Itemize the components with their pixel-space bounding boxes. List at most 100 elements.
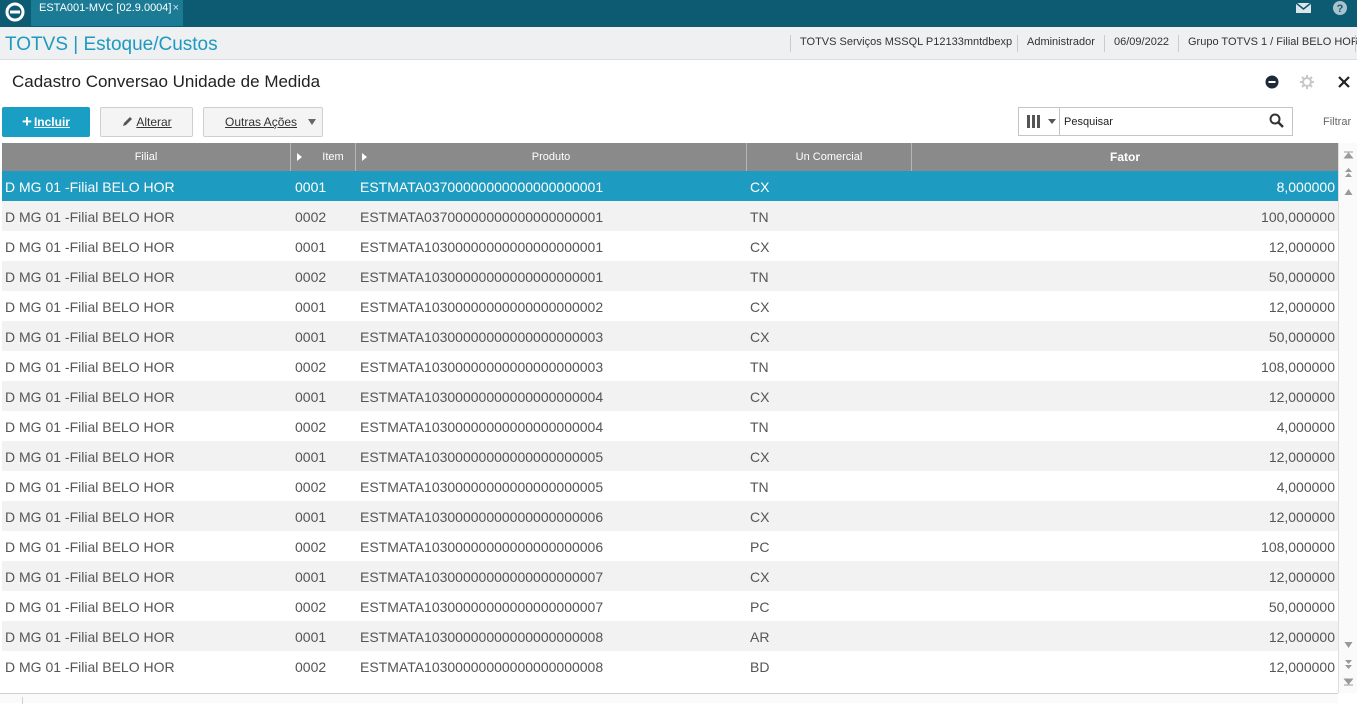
- data-grid: Filial Item Produto Un Comercial Fator D…: [2, 143, 1338, 695]
- close-icon[interactable]: [1336, 74, 1352, 90]
- top-bar: ESTA001-MVC [02.9.0004] × ?: [0, 0, 1357, 27]
- line-up-icon[interactable]: [1342, 186, 1355, 199]
- column-header-item[interactable]: Item: [291, 143, 356, 171]
- cell-item: 0002: [295, 209, 327, 225]
- cell-item: 0001: [295, 329, 327, 345]
- cell-produto: ESTMATA10300000000000000000001: [360, 239, 604, 255]
- cell-item: 0001: [295, 239, 327, 255]
- cell-filial: D MG 01 -Filial BELO HOR: [5, 329, 175, 345]
- help-icon[interactable]: ?: [1331, 0, 1349, 18]
- column-header-label: Fator: [1110, 150, 1140, 164]
- cell-filial: D MG 01 -Filial BELO HOR: [5, 659, 175, 675]
- page-title: Cadastro Conversao Unidade de Medida: [12, 72, 321, 91]
- table-row[interactable]: D MG 01 -Filial BELO HOR 0001 ESTMATA03700…: [2, 171, 1338, 201]
- cell-fator: 108,000000: [1261, 359, 1335, 375]
- caret-right-icon: [297, 153, 302, 161]
- cell-filial: D MG 01 -Filial BELO HOR: [5, 239, 175, 255]
- cell-fator: 12,000000: [1268, 389, 1335, 405]
- table-row[interactable]: D MG 01 -Filial BELO HOR 0001 ESTMATA10300…: [2, 561, 1338, 591]
- cell-filial: D MG 01 -Filial BELO HOR: [5, 539, 175, 555]
- table-row[interactable]: D MG 01 -Filial BELO HOR 0001 ESTMATA10300…: [2, 621, 1338, 651]
- environment-label: TOTVS Serviços MSSQL P12133mntdbexp: [800, 36, 1013, 48]
- table-row[interactable]: D MG 01 -Filial BELO HOR 0002 ESTMATA10300…: [2, 531, 1338, 561]
- cell-filial: D MG 01 -Filial BELO HOR: [5, 299, 175, 315]
- table-row[interactable]: D MG 01 -Filial BELO HOR 0002 ESTMATA10300…: [2, 591, 1338, 621]
- tab-close-icon[interactable]: ×: [173, 1, 179, 15]
- column-header-label: Un Comercial: [795, 151, 863, 163]
- column-header-filial[interactable]: Filial: [2, 143, 291, 171]
- cell-item: 0002: [295, 599, 327, 615]
- cell-un-comercial: TN: [750, 269, 769, 285]
- column-header-un-comercial[interactable]: Un Comercial: [747, 143, 912, 171]
- line-down-icon[interactable]: [1342, 638, 1355, 651]
- cell-item: 0001: [295, 569, 327, 585]
- incluir-button[interactable]: + Incluir: [2, 107, 90, 137]
- cell-filial: D MG 01 -Filial BELO HOR: [5, 449, 175, 465]
- column-header-label: Filial: [134, 151, 158, 163]
- table-row[interactable]: D MG 01 -Filial BELO HOR 0002 ESTMATA10300…: [2, 411, 1338, 441]
- alterar-button[interactable]: Alterar: [100, 107, 193, 137]
- table-row[interactable]: D MG 01 -Filial BELO HOR 0002 ESTMATA10300…: [2, 651, 1338, 681]
- table-row[interactable]: D MG 01 -Filial BELO HOR 0002 ESTMATA10300…: [2, 351, 1338, 381]
- outras-acoes-button[interactable]: Outras Ações: [203, 107, 323, 137]
- tab-esta001[interactable]: ESTA001-MVC [02.9.0004] ×: [31, 0, 183, 26]
- cell-produto: ESTMATA10300000000000000000004: [360, 389, 604, 405]
- cell-fator: 12,000000: [1268, 629, 1335, 645]
- search-input[interactable]: [1064, 113, 1264, 130]
- cell-produto: ESTMATA10300000000000000000003: [360, 359, 604, 375]
- table-row[interactable]: D MG 01 -Filial BELO HOR 0002 ESTMATA10300…: [2, 261, 1338, 291]
- table-row[interactable]: D MG 01 -Filial BELO HOR 0001 ESTMATA10300…: [2, 321, 1338, 351]
- column-selector[interactable]: [1019, 108, 1060, 135]
- cell-un-comercial: CX: [750, 329, 770, 345]
- cell-produto: ESTMATA10300000000000000000004: [360, 419, 604, 435]
- cell-filial: D MG 01 -Filial BELO HOR: [5, 419, 175, 435]
- cell-filial: D MG 01 -Filial BELO HOR: [5, 629, 175, 645]
- horizontal-scrollbar[interactable]: [0, 693, 1338, 704]
- cell-un-comercial: TN: [750, 419, 769, 435]
- table-row[interactable]: D MG 01 -Filial BELO HOR 0002 ESTMATA10300…: [2, 471, 1338, 501]
- table-row[interactable]: D MG 01 -Filial BELO HOR 0001 ESTMATA10300…: [2, 501, 1338, 531]
- cell-un-comercial: AR: [750, 629, 770, 645]
- cell-item: 0001: [295, 509, 327, 525]
- table-row[interactable]: D MG 01 -Filial BELO HOR 0001 ESTMATA10300…: [2, 291, 1338, 321]
- cell-item: 0002: [295, 359, 327, 375]
- cell-produto: ESTMATA10300000000000000000007: [360, 569, 604, 585]
- module-title: TOTVS | Estoque/Custos: [5, 34, 218, 55]
- column-header-produto[interactable]: Produto: [356, 143, 747, 171]
- gear-icon[interactable]: [1299, 74, 1315, 90]
- table-row[interactable]: D MG 01 -Filial BELO HOR 0001 ESTMATA10300…: [2, 381, 1338, 411]
- search-icon[interactable]: [1269, 113, 1285, 129]
- cell-filial: D MG 01 -Filial BELO HOR: [5, 479, 175, 495]
- page-down-icon[interactable]: [1342, 657, 1355, 670]
- incluir-label: Incluir: [33, 115, 70, 129]
- scroll-bottom-icon[interactable]: [1342, 676, 1355, 689]
- cell-produto: ESTMATA10300000000000000000002: [360, 299, 604, 315]
- table-row[interactable]: D MG 01 -Filial BELO HOR 0001 ESTMATA10300…: [2, 441, 1338, 471]
- alterar-label: Alterar: [136, 115, 172, 129]
- table-row[interactable]: D MG 01 -Filial BELO HOR 0002 ESTMATA03700…: [2, 201, 1338, 231]
- vertical-scrollbar[interactable]: [1338, 143, 1357, 693]
- user-label: Administrador: [1027, 36, 1095, 48]
- table-row[interactable]: D MG 01 -Filial BELO HOR 0001 ESTMATA10300…: [2, 231, 1338, 261]
- cell-item: 0002: [295, 659, 327, 675]
- cell-produto: ESTMATA10300000000000000000006: [360, 509, 604, 525]
- divider: [790, 35, 791, 52]
- cell-un-comercial: CX: [750, 179, 770, 195]
- scroll-top-icon[interactable]: [1342, 148, 1355, 161]
- mail-icon[interactable]: [1293, 0, 1315, 16]
- grid-header: Filial Item Produto Un Comercial Fator: [2, 143, 1338, 171]
- cell-fator: 8,000000: [1276, 179, 1335, 195]
- cell-produto: ESTMATA10300000000000000000006: [360, 539, 604, 555]
- record-icon[interactable]: [1264, 74, 1280, 90]
- divider: [1178, 35, 1179, 52]
- column-header-label: Item: [322, 151, 344, 163]
- page-up-icon[interactable]: [1342, 167, 1355, 180]
- column-header-fator[interactable]: Fator: [912, 143, 1338, 171]
- filtrar-link[interactable]: Filtrar: [1323, 116, 1351, 128]
- cell-produto: ESTMATA10300000000000000000001: [360, 269, 604, 285]
- cell-un-comercial: TN: [750, 359, 769, 375]
- cell-produto: ESTMATA10300000000000000000003: [360, 329, 604, 345]
- totvs-logo-icon[interactable]: [4, 1, 26, 23]
- cell-fator: 50,000000: [1268, 329, 1335, 345]
- cell-item: 0001: [295, 449, 327, 465]
